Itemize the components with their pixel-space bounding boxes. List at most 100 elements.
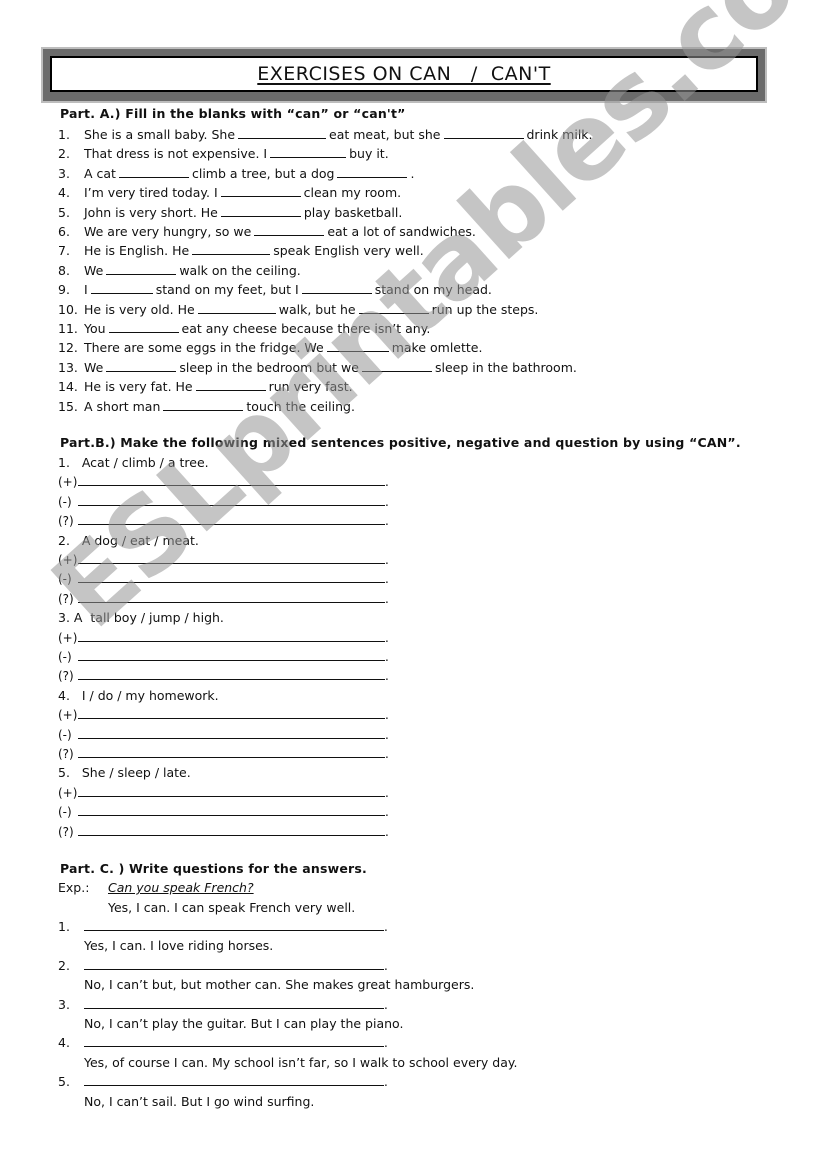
fill-blank[interactable] [106, 261, 177, 275]
part-a-item: 3. A cat climb a tree, but a dog. [58, 164, 414, 182]
item-text: buy it. [349, 146, 389, 162]
answer-line[interactable] [78, 473, 385, 487]
answer-row: (-). [58, 648, 389, 666]
answer-row: (+). [58, 473, 389, 491]
question-line[interactable] [84, 918, 384, 931]
answer-line[interactable] [78, 551, 385, 564]
sentence-type-symbol: (+) [58, 630, 78, 645]
item-number: 5. [58, 1074, 70, 1090]
answer-row: (-). [58, 493, 389, 511]
sentence-type-symbol: (-) [58, 805, 72, 820]
answer-line[interactable] [78, 493, 385, 506]
fill-blank[interactable] [195, 377, 266, 392]
fill-blank[interactable] [220, 203, 301, 217]
item-text: touch the ceiling. [246, 398, 355, 414]
item-text: play basketball. [303, 204, 403, 220]
fill-blank[interactable] [238, 125, 327, 139]
item-text: I [84, 282, 88, 298]
item-text: He is English. He [84, 243, 190, 259]
answer-row: (?). [58, 590, 389, 608]
item-number: 12. [58, 340, 78, 356]
item-number: 14. [58, 379, 78, 395]
fill-blank[interactable] [192, 241, 271, 256]
answer-row: (-). [58, 803, 389, 821]
line-end: . [385, 494, 389, 509]
answer-line[interactable] [78, 570, 385, 584]
answer-row: (-). [58, 570, 389, 588]
item-text: stand on my head. [374, 282, 492, 298]
part-a-item: 9. Istand on my feet, but I stand on my he… [58, 280, 492, 298]
item-text: eat meat, but she [329, 127, 441, 142]
part-a-heading: Part. A.) Fill in the blanks with “can” … [60, 106, 406, 121]
part-a-item: 5. John is very short. He play basketball. [58, 203, 402, 221]
question-line[interactable] [84, 996, 384, 1009]
item-number: 2. [58, 146, 70, 162]
question-line[interactable] [84, 1073, 384, 1087]
answer-line[interactable] [78, 726, 385, 739]
part-a-item: 2. That dress is not expensive. I buy it. [58, 144, 389, 162]
fill-blank[interactable] [326, 338, 389, 353]
item-text: He is very old. He [84, 301, 195, 317]
answer-line[interactable] [78, 648, 385, 661]
item-text: He is very fat. He [84, 379, 193, 395]
answer-row: (?). [58, 667, 389, 685]
item-text: We [84, 359, 104, 375]
fill-blank[interactable] [197, 300, 276, 314]
fill-blank[interactable] [106, 358, 177, 372]
fill-blank[interactable] [270, 144, 347, 159]
item-text: make omlette. [391, 340, 483, 356]
item-text: I’m very tired today. I [84, 185, 218, 201]
fill-blank[interactable] [108, 319, 179, 333]
item-text: speak English very well. [273, 243, 424, 259]
item-text: You [84, 321, 106, 336]
fill-blank[interactable] [90, 280, 153, 295]
item-text: climb a tree, but a dog [191, 165, 335, 181]
question-line[interactable] [84, 957, 384, 970]
example-answer: Yes, I can. I can speak French very well… [108, 900, 356, 915]
line-end: . [385, 727, 389, 742]
item-text: eat a lot of sandwiches. [327, 224, 476, 239]
given-answer: No, I can’t play the guitar. But I can p… [84, 1016, 404, 1031]
line-end: . [385, 591, 389, 606]
fill-blank[interactable] [358, 300, 429, 314]
fill-blank[interactable] [361, 358, 432, 372]
answer-line[interactable] [78, 803, 385, 817]
item-number: 2. [58, 957, 70, 973]
answer-line[interactable] [78, 823, 385, 836]
answer-line[interactable] [78, 706, 385, 720]
answer-row: (+). [58, 551, 389, 569]
fill-blank[interactable] [118, 164, 189, 178]
fill-blank[interactable] [337, 164, 408, 178]
item-text: drink milk. [526, 127, 593, 142]
fill-blank[interactable] [220, 183, 301, 198]
item-text: run up the steps. [431, 301, 539, 317]
answer-line[interactable] [78, 629, 385, 642]
part-b-heading: Part.B.) Make the following mixed senten… [60, 435, 741, 450]
answer-line[interactable] [78, 667, 385, 681]
item-number: 5. [58, 204, 70, 220]
given-answer: Yes, of course I can. My school isn’t fa… [84, 1054, 518, 1070]
line-end: . [384, 920, 388, 934]
fill-blank[interactable] [254, 222, 325, 236]
answer-line[interactable] [78, 590, 385, 603]
sentence-type-symbol: (?) [58, 591, 74, 606]
fill-blank[interactable] [163, 397, 244, 411]
line-end: . [385, 553, 389, 567]
sentence-type-symbol: (+) [58, 475, 78, 490]
answer-line[interactable] [78, 784, 385, 797]
answer-line[interactable] [78, 745, 385, 758]
item-text: . [410, 165, 415, 181]
part-a-item: 12. There are some eggs in the fridge. We… [58, 338, 482, 356]
question-line[interactable] [84, 1034, 384, 1048]
part-a-item: 11. You eat any cheese because there isn’t… [58, 319, 430, 337]
given-answer: Yes, I can. I love riding horses. [84, 938, 274, 954]
answer-line[interactable] [78, 512, 385, 526]
item-text: We [84, 262, 104, 278]
fill-blank[interactable] [301, 280, 372, 295]
fill-blank[interactable] [443, 125, 524, 139]
item-text: She is a small baby. She [84, 127, 236, 142]
item-number: 4. [58, 185, 70, 201]
question-row: 1.. [58, 918, 388, 936]
line-end: . [385, 572, 389, 587]
line-end: . [385, 650, 389, 664]
